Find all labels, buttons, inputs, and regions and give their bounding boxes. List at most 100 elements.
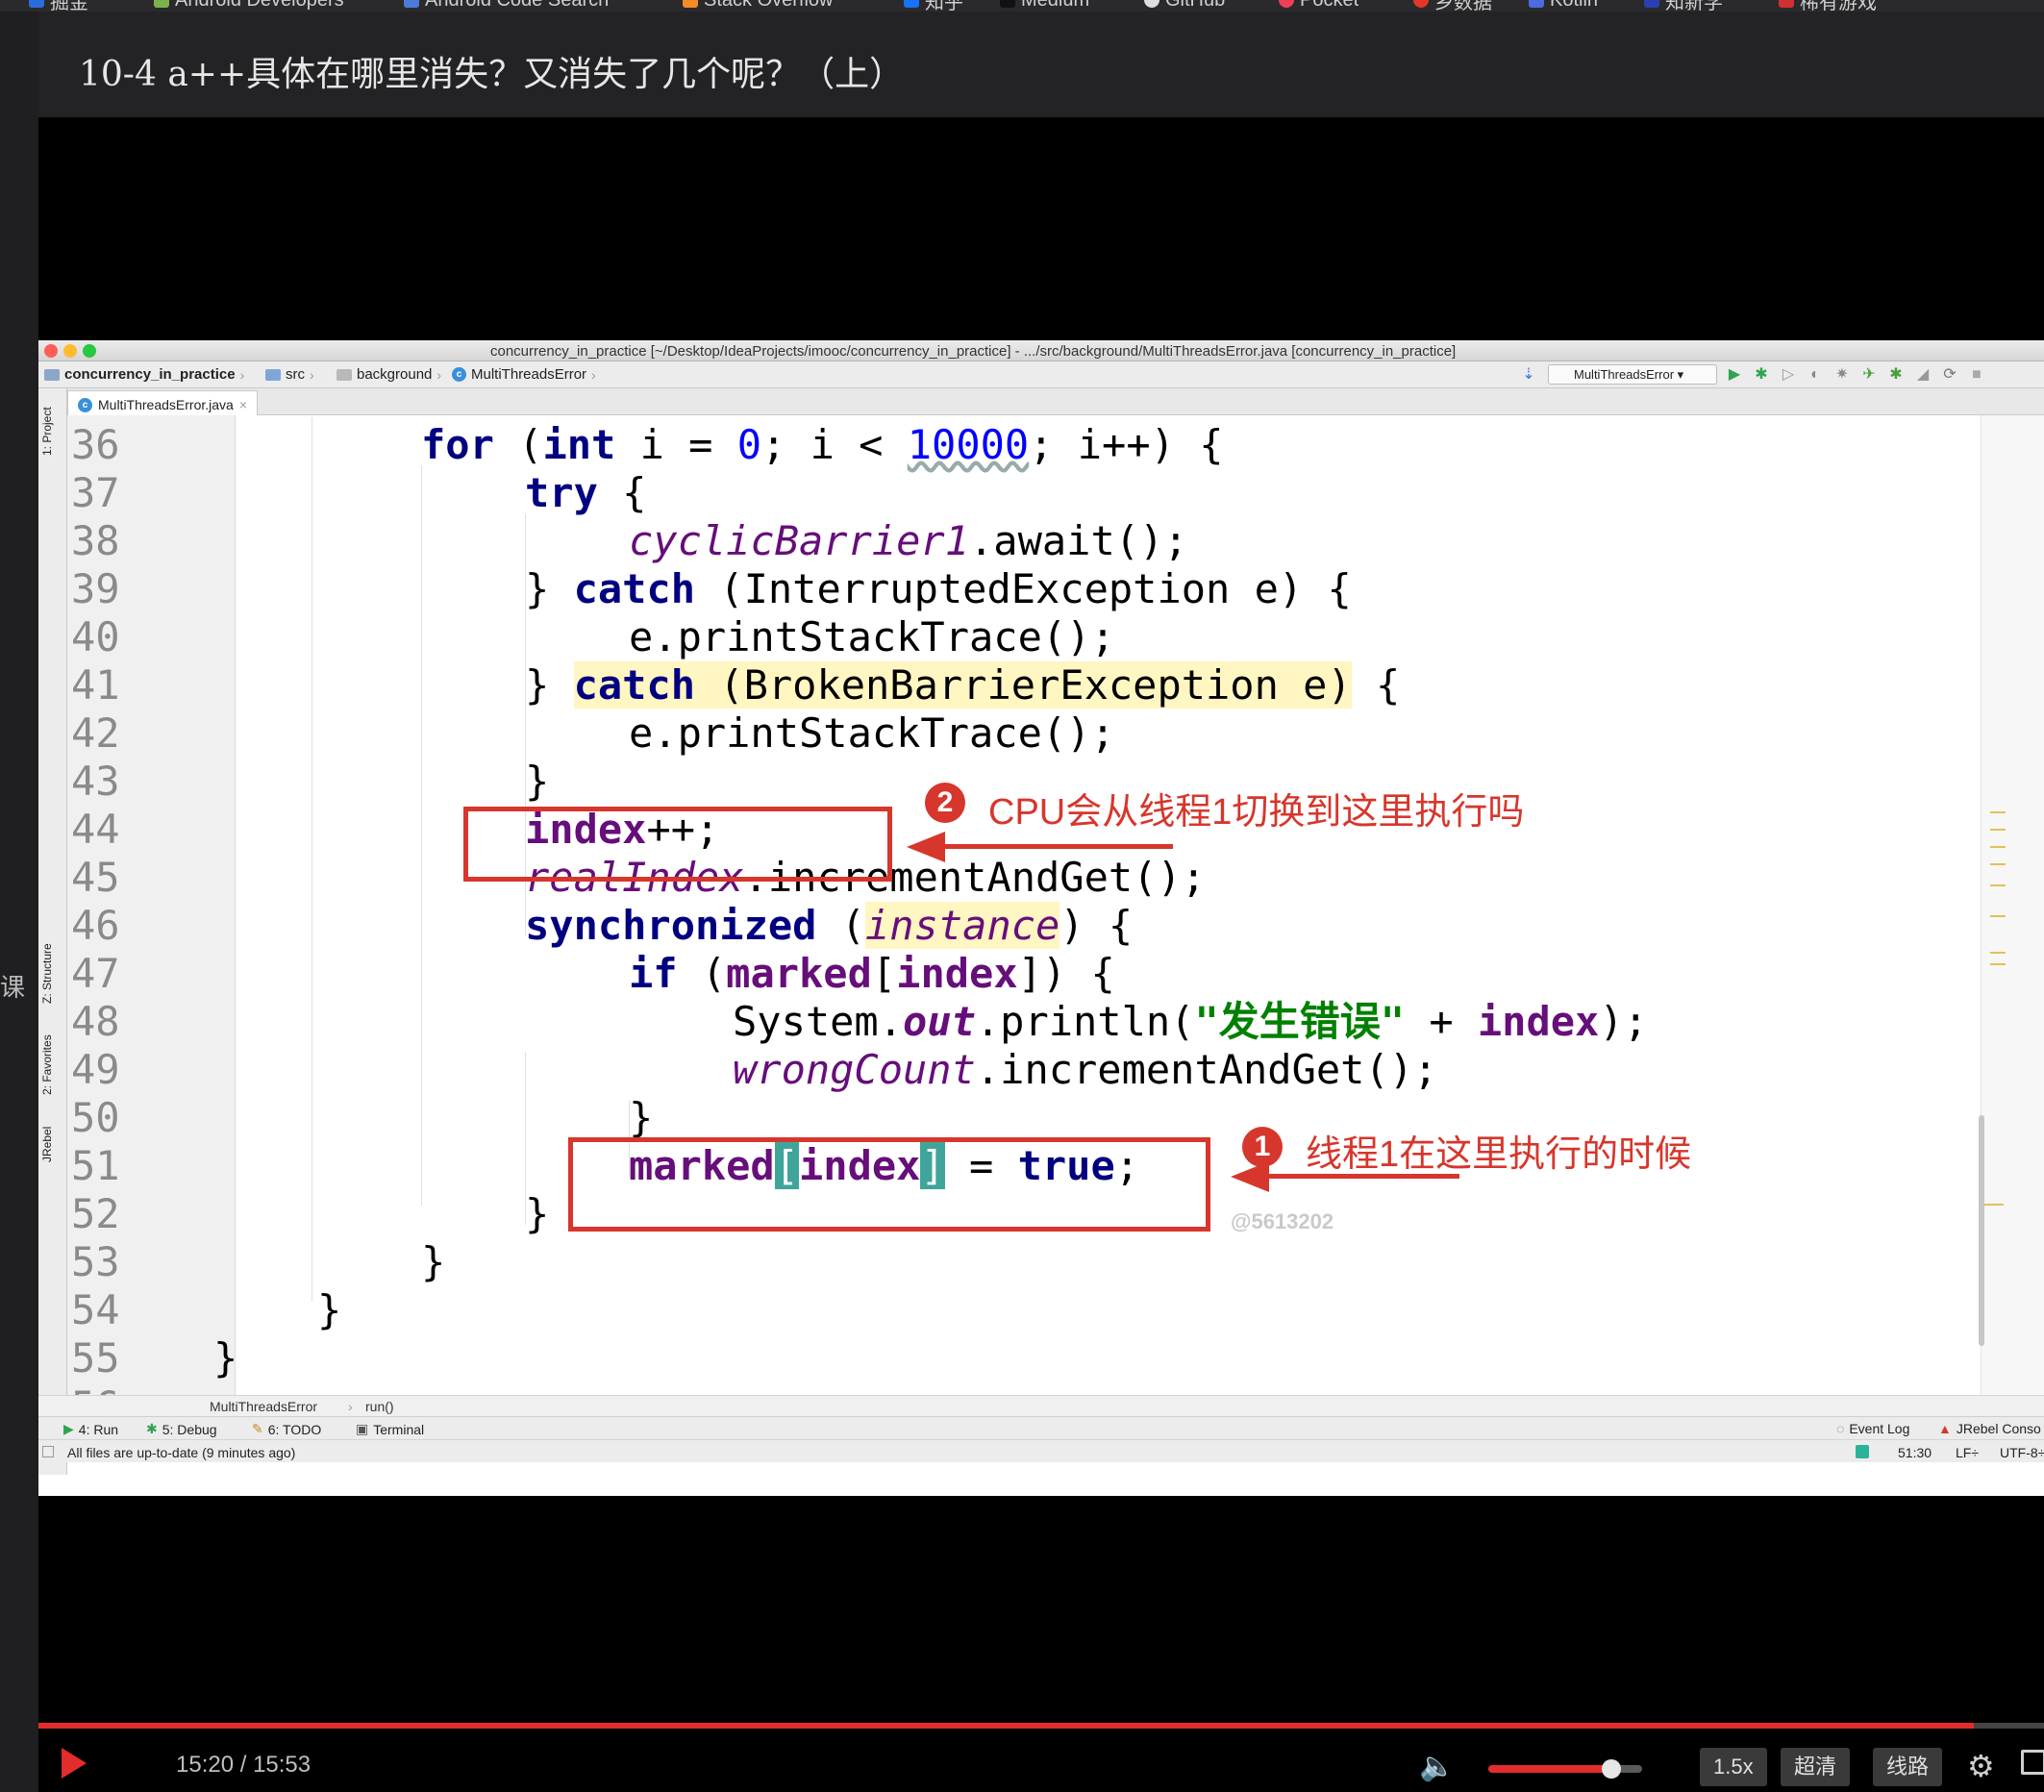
todo-tool-button[interactable]: ✎ 6: TODO	[252, 1421, 321, 1437]
ide-window: concurrency_in_practice [~/Desktop/IdeaP…	[38, 340, 2044, 1496]
structure-tool-tab[interactable]: Z: Structure	[40, 943, 54, 1004]
line-separator[interactable]: LF÷	[1956, 1445, 1979, 1460]
debug-icon[interactable]: ✱	[1754, 367, 1769, 383]
event-log-button[interactable]: ◌ Event Log	[1836, 1421, 1909, 1436]
bookmark-icon	[1413, 0, 1429, 8]
bookmark-item[interactable]: Android Developers	[154, 0, 344, 11]
bookmark-item[interactable]: GitHub	[1144, 0, 1225, 11]
warning-mark[interactable]	[1990, 846, 2006, 848]
bookmark-icon	[1779, 0, 1794, 8]
line-number: 54	[71, 1286, 120, 1333]
debug-tool-button[interactable]: ✱ 5: Debug	[146, 1421, 217, 1437]
breadcrumb-package[interactable]: background ›	[337, 366, 441, 383]
bookmark-icon	[1529, 0, 1544, 8]
caret-position[interactable]: 51:30	[1898, 1445, 1932, 1460]
java-class-icon: c	[78, 397, 92, 412]
warning-mark[interactable]	[1990, 915, 2006, 917]
bookmark-icon	[1144, 0, 1159, 8]
bookmark-item[interactable]: Pocket	[1279, 0, 1359, 11]
profile-icon[interactable]: ◐	[1807, 367, 1823, 383]
jrebel-update-icon[interactable]: ◢	[1915, 367, 1931, 383]
breadcrumb-separator-icon: ›	[239, 366, 245, 383]
bookmark-item[interactable]: 稀有游戏	[1779, 0, 1877, 12]
code-breadcrumb-method[interactable]: run()	[365, 1399, 394, 1414]
video-stage[interactable]: concurrency_in_practice [~/Desktop/IdeaP…	[38, 117, 2044, 1694]
bookmark-item[interactable]: Android Code Search	[404, 0, 609, 11]
bookmark-item[interactable]: 乡数据	[1413, 0, 1492, 12]
close-window-button[interactable]	[44, 344, 58, 358]
class-icon: c	[452, 367, 466, 382]
warning-mark[interactable]	[1990, 952, 2006, 954]
sync-icon[interactable]: ⟳	[1942, 367, 1957, 383]
run-configuration-select[interactable]: MultiThreadsError ▾	[1548, 364, 1717, 385]
line-number: 39	[71, 565, 120, 612]
close-tab-icon[interactable]: ×	[239, 397, 247, 412]
code-line-40: e.printStackTrace();	[629, 613, 1115, 660]
settings-gear-icon[interactable]: ⚙	[1967, 1748, 1995, 1784]
code-line-39: } catch (InterruptedException e) {	[525, 565, 1352, 612]
progress-bar[interactable]	[38, 1723, 2044, 1729]
jrebel-run-icon[interactable]: ✈	[1861, 367, 1877, 383]
file-encoding[interactable]: UTF-8÷	[2000, 1445, 2044, 1460]
attach-icon[interactable]: ✷	[1834, 367, 1850, 383]
quality-button[interactable]: 超清	[1781, 1748, 1851, 1786]
tool-window-bar: ▶ 4: Run ✱ 5: Debug ✎ 6: TODO ▣ Terminal ◌ Ev…	[38, 1416, 2044, 1439]
line-number: 43	[71, 758, 120, 805]
code-line-47: if (marked[index]) {	[629, 950, 1115, 997]
line-number: 49	[71, 1046, 120, 1093]
jrebel-debug-icon[interactable]: ✱	[1888, 367, 1904, 383]
breadcrumb-class[interactable]: c MultiThreadsError ›	[452, 366, 596, 383]
editor-file-tab[interactable]: c MultiThreadsError.java ×	[67, 390, 259, 415]
bookmark-icon	[904, 0, 919, 8]
run-icon[interactable]: ▶	[1727, 367, 1742, 383]
breadcrumb-project[interactable]: concurrency_in_practice ›	[44, 366, 244, 383]
minimize-window-button[interactable]	[63, 344, 77, 358]
line-number: 44	[71, 806, 120, 853]
volume-icon[interactable]: 🔈	[1419, 1750, 1455, 1783]
bookmark-item[interactable]: 掘金	[29, 0, 88, 12]
speed-button[interactable]: 1.5x	[1700, 1748, 1767, 1786]
favorites-tool-tab[interactable]: 2: Favorites	[40, 1034, 54, 1095]
bookmark-item[interactable]: Kotlin	[1529, 0, 1598, 11]
run-tool-button[interactable]: ▶ 4: Run	[63, 1421, 118, 1437]
todo-icon: ✎	[252, 1421, 263, 1436]
volume-slider[interactable]	[1488, 1759, 1642, 1779]
package-icon	[337, 368, 352, 381]
code-line-37: try {	[525, 469, 647, 516]
left-page-sliver: 课	[0, 12, 38, 1792]
terminal-tool-button[interactable]: ▣ Terminal	[356, 1421, 424, 1437]
code-line-43: }	[525, 758, 550, 805]
bookmark-item[interactable]: 知新学	[1644, 0, 1723, 12]
jrebel-console-button[interactable]: ▲ JRebel Conso	[1938, 1421, 2041, 1436]
build-icon[interactable]: ⇣	[1521, 367, 1536, 383]
folder-icon	[265, 368, 281, 381]
jrebel-tool-tab[interactable]: JRebel	[40, 1127, 54, 1162]
watermark: @5613202	[1231, 1209, 1334, 1233]
stop-icon[interactable]: ■	[1969, 367, 1984, 383]
bookmark-item[interactable]: Medium	[1000, 0, 1089, 11]
warning-mark[interactable]	[1990, 811, 2006, 813]
editor-scrollbar[interactable]	[1979, 1115, 1984, 1346]
line-number: 41	[71, 661, 120, 709]
warning-mark[interactable]	[1990, 829, 2006, 831]
breadcrumb-src[interactable]: src ›	[265, 366, 314, 383]
warning-mark[interactable]	[1990, 963, 2006, 965]
status-toggle-icon[interactable]	[42, 1446, 54, 1457]
warning-mark[interactable]	[1990, 884, 2006, 886]
bookmark-item[interactable]: Stack Overflow	[683, 0, 833, 11]
line-number: 40	[71, 613, 120, 660]
project-tool-tab[interactable]: 1: Project	[40, 407, 54, 456]
line-number: 48	[71, 998, 120, 1045]
route-button[interactable]: 线路	[1873, 1748, 1943, 1786]
warning-mark[interactable]	[1990, 863, 2006, 865]
coverage-icon[interactable]: ▷	[1781, 367, 1796, 383]
volume-knob[interactable]	[1602, 1759, 1621, 1779]
breadcrumb-separator-icon: ›	[436, 366, 442, 383]
zoom-window-button[interactable]	[83, 344, 96, 358]
bookmark-item[interactable]: 知乎	[904, 0, 963, 12]
code-breadcrumb-class[interactable]: MultiThreadsError	[210, 1399, 317, 1414]
arrow-head-icon	[907, 832, 945, 862]
fullscreen-icon[interactable]	[2021, 1750, 2044, 1775]
play-icon[interactable]	[62, 1748, 87, 1779]
ide-navigation-bar: concurrency_in_practice › src › background…	[38, 361, 2044, 388]
